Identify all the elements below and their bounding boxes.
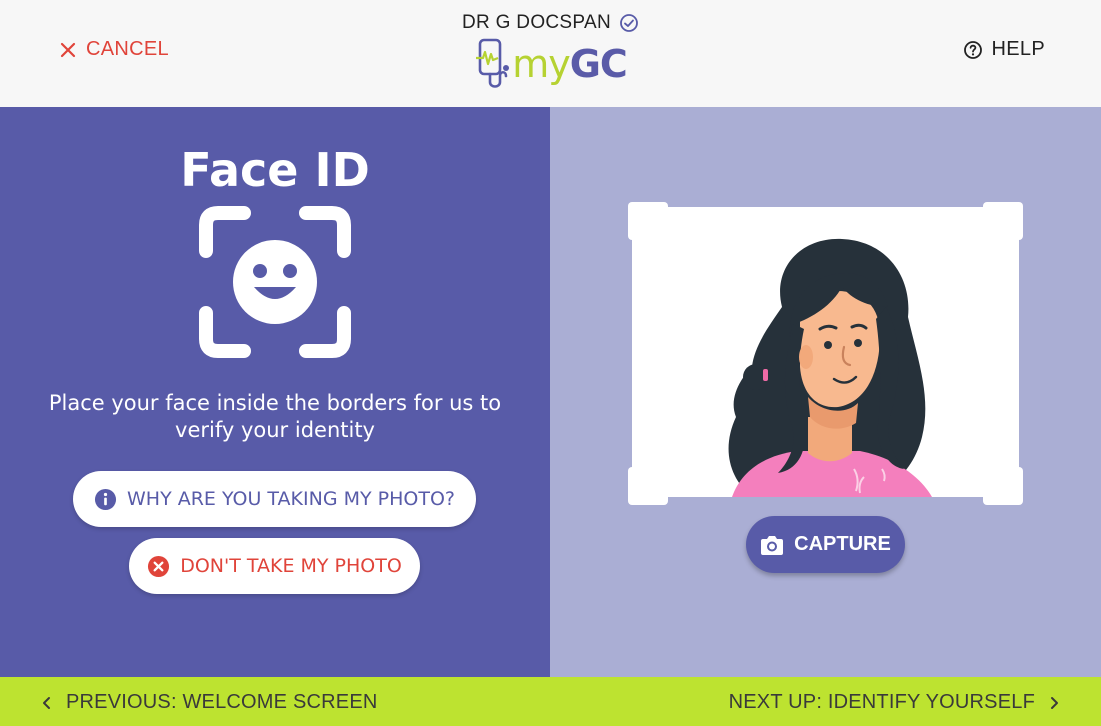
cancel-circle-icon <box>148 555 170 577</box>
app-header: CANCEL DR G DOCSPAN my GC HELP <box>0 0 1101 107</box>
verified-check-icon <box>620 14 638 32</box>
logo-my-text: my <box>512 42 571 86</box>
capture-label: CAPTURE <box>794 533 891 555</box>
camera-preview <box>632 207 1019 497</box>
help-circle-icon <box>963 40 982 59</box>
previous-step-label: PREVIOUS: WELCOME SCREEN <box>66 691 378 713</box>
chevron-right-icon <box>1051 696 1058 709</box>
face-id-icon <box>199 206 351 358</box>
camera-icon <box>761 535 784 555</box>
mygc-logo: my GC <box>0 38 1101 90</box>
person-illustration <box>728 238 932 497</box>
why-photo-button[interactable]: WHY ARE YOU TAKING MY PHOTO? <box>73 471 476 527</box>
capture-button[interactable]: CAPTURE <box>746 516 905 573</box>
doctor-name: DR G DOCSPAN <box>462 12 611 33</box>
dont-take-photo-button[interactable]: DON'T TAKE MY PHOTO <box>129 538 420 594</box>
brand-block: DR G DOCSPAN my GC <box>0 12 1101 90</box>
info-icon <box>94 488 117 510</box>
doctor-badge: DR G DOCSPAN <box>462 12 639 34</box>
help-label: HELP <box>991 38 1045 60</box>
chevron-left-icon <box>43 696 50 709</box>
previous-step-button[interactable]: PREVIOUS: WELCOME SCREEN <box>40 691 378 714</box>
camera-panel: CAPTURE <box>550 107 1101 677</box>
page-title: Face ID <box>180 143 370 197</box>
next-step-label: NEXT UP: IDENTIFY YOURSELF <box>728 691 1035 713</box>
help-button[interactable]: HELP <box>963 38 1045 61</box>
instructions-panel: Face ID Place your face inside the borde… <box>0 107 550 677</box>
dont-take-photo-label: DON'T TAKE MY PHOTO <box>180 555 402 577</box>
next-step-button[interactable]: NEXT UP: IDENTIFY YOURSELF <box>729 691 1061 714</box>
why-photo-label: WHY ARE YOU TAKING MY PHOTO? <box>127 488 455 510</box>
instruction-text: Place your face inside the borders for u… <box>48 391 502 442</box>
camera-viewfinder <box>628 202 1023 505</box>
step-navigation-footer: PREVIOUS: WELCOME SCREEN NEXT UP: IDENTI… <box>0 677 1101 726</box>
stethoscope-phone-icon <box>476 38 510 88</box>
logo-gc-text: GC <box>569 42 628 86</box>
